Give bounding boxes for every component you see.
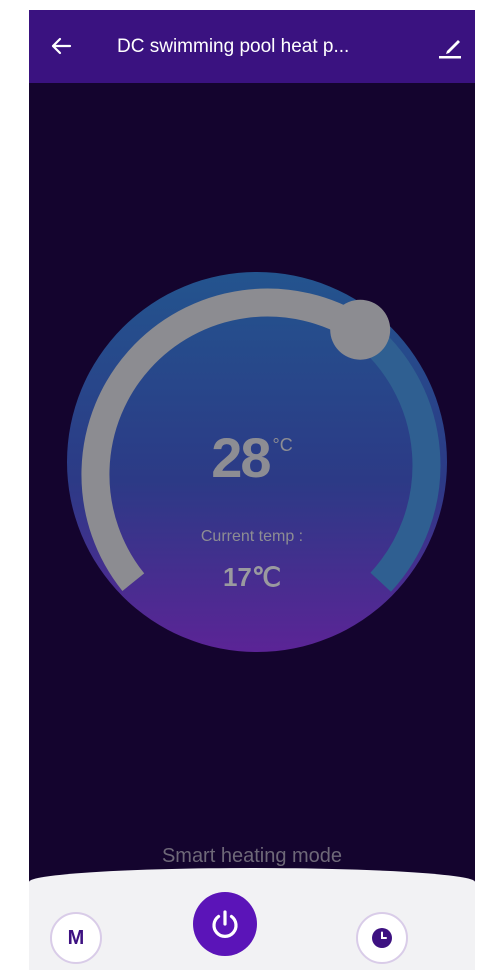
back-button[interactable]	[47, 32, 75, 60]
current-temp-value: 17℃	[222, 562, 282, 592]
power-icon	[212, 910, 238, 938]
clock-icon	[372, 928, 392, 948]
top-bar: DC swimming pool heat p...	[29, 10, 475, 83]
back-arrow-icon	[51, 37, 72, 55]
set-temperature-value: 28	[211, 426, 271, 489]
edit-icon	[439, 40, 461, 59]
mode-button[interactable]: M	[50, 912, 102, 964]
page-title: DC swimming pool heat p...	[117, 36, 350, 57]
current-temp-label: Current temp :	[200, 528, 304, 545]
edit-button[interactable]	[435, 32, 465, 62]
timer-button[interactable]	[356, 912, 408, 964]
set-temperature-unit: °C	[272, 435, 293, 455]
app-screen: DC swimming pool heat p... 28 °C Current …	[29, 10, 475, 970]
power-button[interactable]	[193, 892, 257, 956]
mode-label: Smart heating mode	[161, 845, 343, 867]
set-temperature: 28 °C	[29, 425, 475, 490]
dial-handle[interactable]	[330, 299, 391, 360]
